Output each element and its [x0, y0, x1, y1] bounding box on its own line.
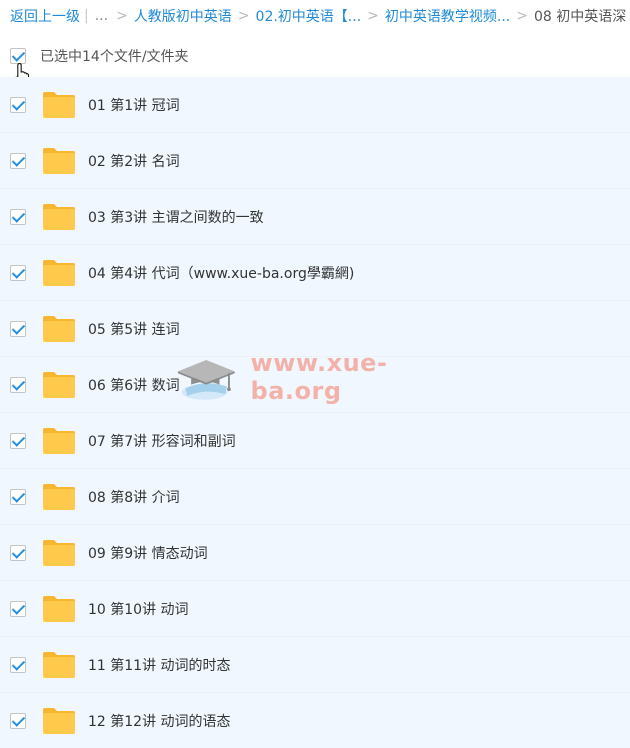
folder-icon	[42, 315, 76, 343]
file-row[interactable]: 03 第3讲 主谓之间数的一致	[0, 189, 630, 245]
breadcrumb-separator: >	[367, 8, 379, 24]
check-icon	[11, 376, 26, 391]
file-name[interactable]: 09 第9讲 情态动词	[88, 543, 208, 563]
file-row[interactable]: 12 第12讲 动词的语态	[0, 693, 630, 748]
folder-icon	[42, 539, 76, 567]
file-name[interactable]: 10 第10讲 动词	[88, 599, 189, 619]
folder-icon	[42, 147, 76, 175]
selection-count-label: 已选中14个文件/文件夹	[40, 49, 189, 65]
check-icon	[11, 96, 26, 111]
file-name[interactable]: 07 第7讲 形容词和副词	[88, 431, 236, 451]
folder-icon	[42, 203, 76, 231]
check-icon	[11, 264, 26, 279]
folder-icon	[42, 651, 76, 679]
file-name[interactable]: 08 第8讲 介词	[88, 487, 180, 507]
file-list: 01 第1讲 冠词 02 第2讲 名词 03 第3讲 主谓之间数的一致 04 第4讲 …	[0, 77, 630, 748]
folder-icon	[42, 371, 76, 399]
check-icon	[11, 208, 26, 223]
file-browser: 返回上一级 | ... > 人教版初中英语 > 02.初中英语【... > 初中…	[0, 0, 630, 748]
file-row[interactable]: 05 第5讲 连词	[0, 301, 630, 357]
check-icon	[11, 544, 26, 559]
selection-header: 已选中14个文件/文件夹	[0, 40, 630, 72]
row-checkbox[interactable]	[10, 656, 26, 673]
file-row[interactable]: 01 第1讲 冠词	[0, 77, 630, 133]
row-checkbox[interactable]	[10, 432, 26, 449]
folder-icon	[42, 595, 76, 623]
file-name[interactable]: 02 第2讲 名词	[88, 151, 180, 171]
row-checkbox[interactable]	[10, 96, 26, 113]
file-name[interactable]: 11 第11讲 动词的时态	[88, 655, 231, 675]
file-row[interactable]: 07 第7讲 形容词和副词	[0, 413, 630, 469]
file-name[interactable]: 05 第5讲 连词	[88, 319, 180, 339]
folder-icon	[42, 427, 76, 455]
file-row[interactable]: 10 第10讲 动词	[0, 581, 630, 637]
check-icon	[11, 432, 26, 447]
check-icon	[11, 712, 26, 727]
file-row[interactable]: 11 第11讲 动词的时态	[0, 637, 630, 693]
breadcrumb-current: 08 初中英语深	[534, 9, 627, 25]
breadcrumb-item[interactable]: 初中英语教学视频...	[385, 6, 510, 26]
file-name[interactable]: 03 第3讲 主谓之间数的一致	[88, 207, 264, 227]
breadcrumb-separator: >	[516, 8, 528, 24]
breadcrumb-separator: >	[116, 8, 128, 24]
check-icon	[11, 656, 26, 671]
file-row[interactable]: 06 第6讲 数词	[0, 357, 630, 413]
check-icon	[11, 48, 26, 62]
row-checkbox[interactable]	[10, 264, 26, 281]
folder-icon	[42, 483, 76, 511]
row-checkbox[interactable]	[10, 600, 26, 617]
breadcrumb-item[interactable]: 人教版初中英语	[134, 6, 232, 26]
back-link[interactable]: 返回上一级	[10, 6, 80, 26]
file-name[interactable]: 04 第4讲 代词（www.xue-ba.org學霸網)	[88, 263, 354, 283]
row-checkbox[interactable]	[10, 544, 26, 561]
row-checkbox[interactable]	[10, 488, 26, 505]
folder-icon	[42, 707, 76, 735]
folder-icon	[42, 259, 76, 287]
check-icon	[11, 600, 26, 615]
file-row[interactable]: 09 第9讲 情态动词	[0, 525, 630, 581]
row-checkbox[interactable]	[10, 208, 26, 225]
check-icon	[11, 152, 26, 167]
file-row[interactable]: 02 第2讲 名词	[0, 133, 630, 189]
folder-icon	[42, 91, 76, 119]
file-row[interactable]: 04 第4讲 代词（www.xue-ba.org學霸網)	[0, 245, 630, 301]
file-name[interactable]: 06 第6讲 数词	[88, 375, 180, 395]
breadcrumb-separator: >	[237, 8, 250, 24]
file-name[interactable]: 01 第1讲 冠词	[88, 95, 180, 115]
row-checkbox[interactable]	[10, 712, 26, 729]
row-checkbox[interactable]	[10, 152, 26, 169]
breadcrumb: 返回上一级 | ... > 人教版初中英语 > 02.初中英语【... > 初中…	[0, 0, 630, 32]
check-icon	[11, 320, 26, 335]
breadcrumb-item[interactable]: 02.初中英语【...	[256, 6, 362, 26]
file-name[interactable]: 12 第12讲 动词的语态	[88, 711, 231, 731]
file-row[interactable]: 08 第8讲 介词	[0, 469, 630, 525]
check-icon	[11, 488, 26, 503]
breadcrumb-divider: |	[84, 8, 89, 24]
row-checkbox[interactable]	[10, 320, 26, 337]
breadcrumb-ellipsis[interactable]: ...	[95, 8, 108, 24]
row-checkbox[interactable]	[10, 376, 26, 393]
